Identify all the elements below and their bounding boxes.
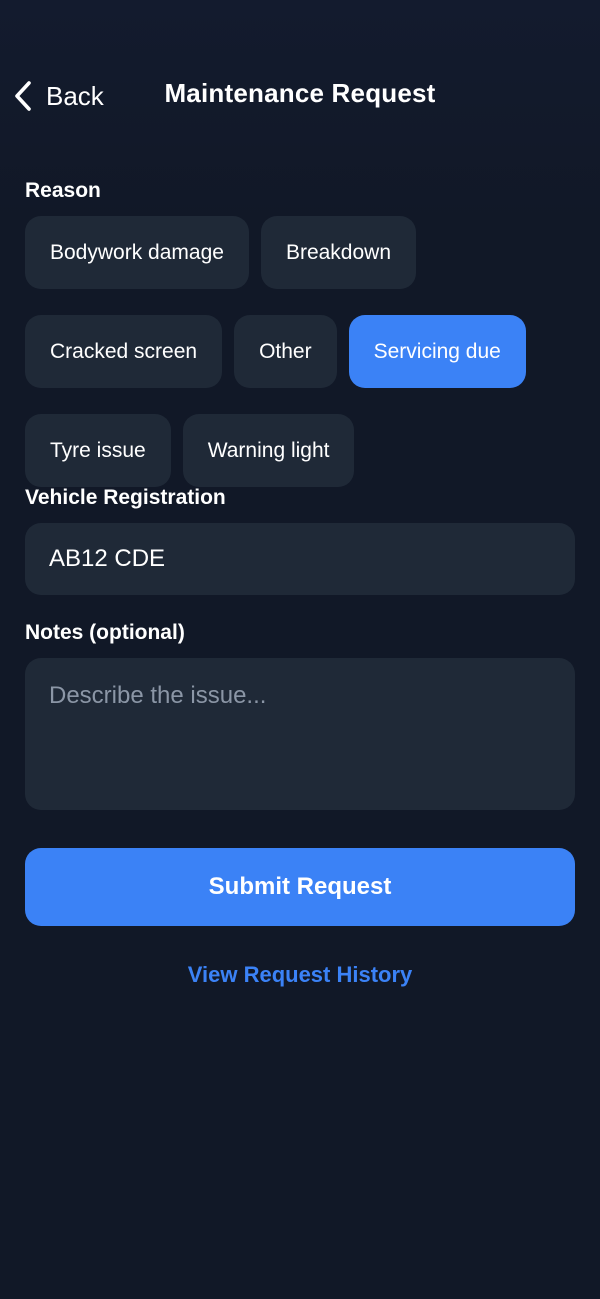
reason-chip-bodywork-damage[interactable]: Bodywork damage — [25, 216, 249, 289]
vehicle-registration-value: AB12 CDE — [49, 545, 166, 572]
reason-chip-cracked-screen[interactable]: Cracked screen — [25, 315, 223, 388]
vehicle-registration-input[interactable]: AB12 CDE — [25, 523, 575, 595]
reason-chip-other[interactable]: Other — [234, 315, 337, 388]
reason-chip-servicing-due[interactable]: Servicing due — [348, 315, 526, 388]
reason-chip-breakdown[interactable]: Breakdown — [260, 216, 416, 289]
view-request-history-link[interactable]: View Request History — [0, 962, 600, 988]
reason-options: Bodywork damage Breakdown Cracked screen… — [25, 216, 580, 487]
reason-label: Reason — [25, 179, 101, 202]
notes-placeholder: Describe the issue... — [49, 682, 267, 709]
submit-request-button[interactable]: Submit Request — [25, 848, 575, 926]
reason-chip-tyre-issue[interactable]: Tyre issue — [25, 414, 171, 487]
vehicle-registration-label: Vehicle Registration — [25, 486, 226, 509]
maintenance-request-screen: Back Maintenance Request Reason Bodywork… — [0, 0, 600, 1299]
notes-label: Notes (optional) — [25, 621, 185, 644]
header-bar: Back Maintenance Request — [0, 60, 600, 132]
page-title: Maintenance Request — [164, 78, 436, 108]
notes-textarea[interactable]: Describe the issue... — [25, 658, 575, 810]
reason-chip-warning-light[interactable]: Warning light — [182, 414, 355, 487]
